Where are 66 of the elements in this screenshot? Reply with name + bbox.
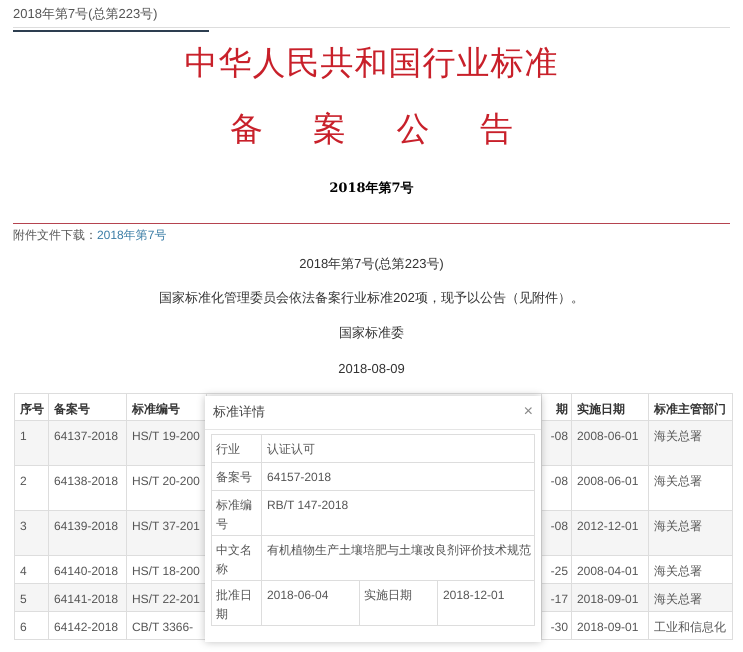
- notice-text: 2018年第7号(总第223号): [299, 254, 444, 273]
- table-cell: 2008-04-01: [577, 564, 638, 578]
- table-cell: 海关总署: [654, 428, 702, 442]
- field-value: 64157-2018: [267, 470, 332, 484]
- table-cell: 2008-06-01: [577, 428, 638, 442]
- attachment-label: 附件文件下载：: [13, 228, 97, 242]
- column-header: 备案号: [54, 402, 90, 416]
- document-subtitle: 备 案 公 告: [230, 108, 514, 150]
- table-cell: 2: [20, 474, 27, 488]
- column-header: 序号: [20, 402, 44, 416]
- field-value: 2018-06-04: [267, 588, 328, 602]
- notice-text: 国家标准化管理委员会依法备案行业标准202项，现予以公告（见附件）。: [159, 289, 584, 307]
- table-cell: 64140-2018: [54, 564, 118, 578]
- table-cell: 64139-2018: [54, 518, 118, 532]
- field-value: 认证认可: [267, 442, 315, 456]
- column-header: 期: [556, 402, 568, 416]
- table-cell: 3: [20, 518, 27, 532]
- column-header: 标准主管部门: [654, 402, 726, 416]
- field-value: 有机植物生产土壤培肥与土壤改良剂评价技术规范: [267, 542, 531, 556]
- table-cell: HS/T 37-201: [132, 518, 200, 532]
- table-cell: HS/T 19-200: [132, 428, 200, 442]
- attachment-link[interactable]: 2018年第7号: [97, 228, 166, 242]
- field-label: 实施日期: [364, 588, 412, 602]
- table-cell: 6: [20, 620, 27, 634]
- table-cell: 工业和信息化: [654, 620, 726, 634]
- field-value: 2018-12-01: [443, 588, 504, 602]
- field-label: 备案号: [216, 470, 252, 484]
- table-cell: -08: [550, 428, 568, 442]
- notice-text: 2018-08-09: [338, 360, 405, 378]
- table-cell: 海关总署: [654, 592, 702, 606]
- table-cell: 2018-09-01: [577, 620, 638, 634]
- table-cell: -25: [550, 564, 568, 578]
- table-cell: 2008-06-01: [577, 474, 638, 488]
- document-title: 中华人民共和国行业标准: [184, 42, 558, 84]
- table-cell: -30: [550, 620, 568, 634]
- table-cell: HS/T 22-201: [132, 592, 200, 606]
- table-cell: 海关总署: [654, 518, 702, 532]
- field-label: 中文名称: [216, 542, 252, 576]
- table-cell: 海关总署: [654, 564, 702, 578]
- table-cell: -17: [550, 592, 568, 606]
- column-header: 实施日期: [577, 402, 625, 416]
- field-label: 行业: [216, 442, 240, 456]
- table-cell: HS/T 18-200: [132, 564, 200, 578]
- table-cell: HS/T 20-200: [132, 474, 200, 488]
- table-cell: 2012-12-01: [577, 518, 638, 532]
- table-cell: 64137-2018: [54, 428, 118, 442]
- issue-number: 2018年第7号: [329, 180, 414, 198]
- table-cell: 海关总署: [654, 474, 702, 488]
- table-cell: 5: [20, 592, 27, 606]
- close-button[interactable]: ×: [524, 404, 533, 420]
- table-cell: 64142-2018: [54, 620, 118, 634]
- field-label: 标准编号: [216, 498, 252, 530]
- column-header: 标准编号: [132, 402, 180, 416]
- field-value: RB/T 147-2018: [267, 498, 348, 512]
- table-cell: 64141-2018: [54, 592, 118, 606]
- field-label: 批准日期: [216, 588, 252, 620]
- table-cell: 4: [20, 564, 27, 578]
- table-cell: 64138-2018: [54, 474, 118, 488]
- dialog-title: 标准详情: [213, 403, 265, 422]
- table-cell: -08: [550, 474, 568, 488]
- table-cell: -08: [550, 518, 568, 532]
- table-cell: 1: [20, 428, 27, 442]
- issue-tab[interactable]: 2018年第7号(总第223号): [13, 4, 209, 32]
- table-cell: 2018-09-01: [577, 592, 638, 606]
- notice-text: 国家标准委: [339, 324, 404, 342]
- table-cell: CB/T 3366-: [132, 620, 194, 634]
